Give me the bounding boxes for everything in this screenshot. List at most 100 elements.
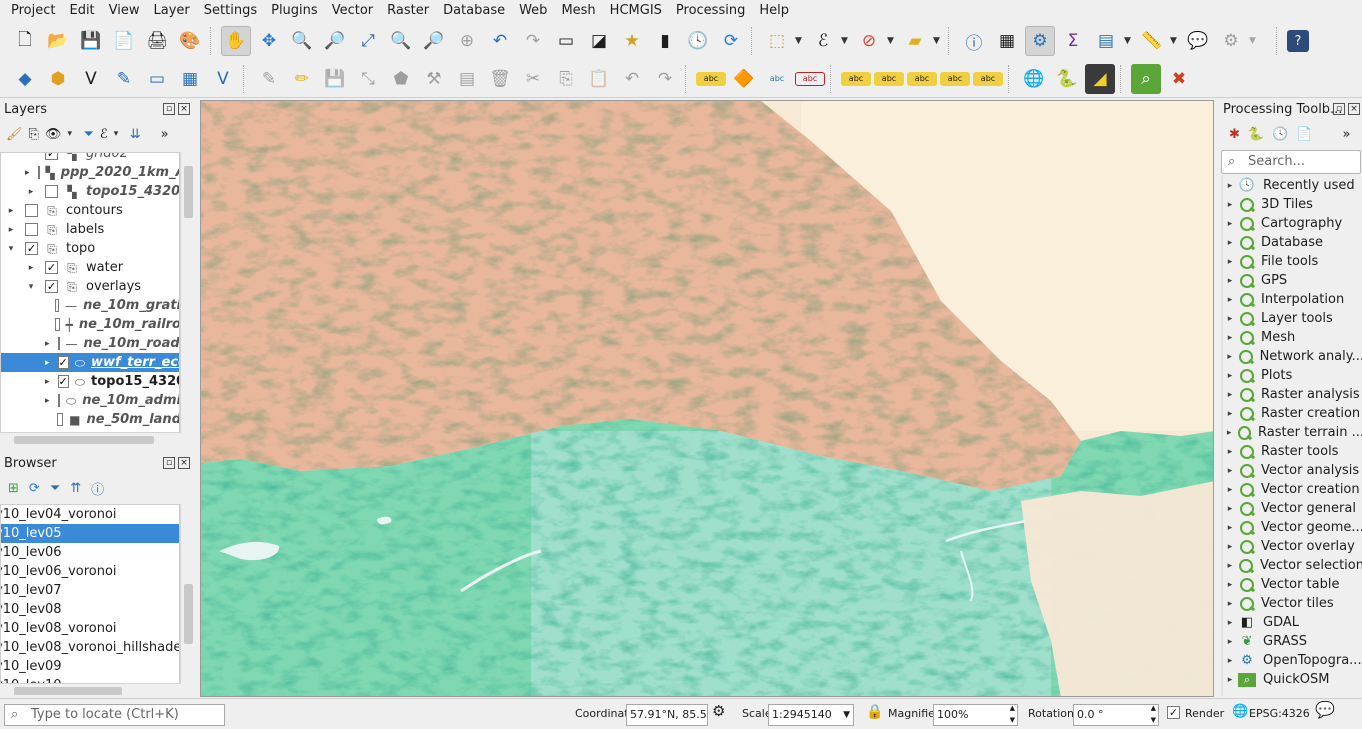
zoom-next-icon[interactable]: ↷ xyxy=(518,26,548,56)
menu-item-processing[interactable]: Processing xyxy=(669,0,752,22)
expand-arrow-icon[interactable]: ▸ xyxy=(1224,637,1236,647)
add-selected-icon[interactable]: ⊞ xyxy=(8,481,19,496)
expand-arrow-icon[interactable]: ▸ xyxy=(45,358,50,368)
python-console-icon[interactable]: 🐍 xyxy=(1052,64,1082,94)
layer-visibility-checkbox[interactable]: ✓ xyxy=(45,261,58,274)
layer-row[interactable]: ▸ ⎘ labels xyxy=(1,220,179,239)
expand-arrow-icon[interactable]: ▸ xyxy=(1224,200,1236,210)
expand-arrow-icon[interactable]: ▸ xyxy=(1224,390,1236,400)
select-features-icon[interactable]: ⬚ xyxy=(762,26,792,56)
redo-icon[interactable]: ↷ xyxy=(650,64,680,94)
expand-arrow-icon[interactable]: ▸ xyxy=(5,206,17,216)
deselect-icon[interactable]: ⊘ xyxy=(854,26,884,56)
processing-provider-item[interactable]: ▸ ⚙ OpenTopogra... xyxy=(1224,651,1362,670)
label-highlight-icon[interactable]: abc xyxy=(795,71,825,86)
layer-visibility-checkbox[interactable]: ✓ xyxy=(57,375,69,388)
layer-visibility-checkbox[interactable] xyxy=(37,166,40,179)
chevron-down-icon[interactable]: ▼ xyxy=(1124,36,1134,46)
expand-arrow-icon[interactable]: ▸ xyxy=(1224,181,1236,191)
expand-arrow-icon[interactable]: ▸ xyxy=(1224,314,1236,324)
select-location-icon[interactable]: ▰ xyxy=(900,26,930,56)
expand-arrow-icon[interactable]: ▸ xyxy=(25,168,30,178)
identify-icon[interactable]: ⓘ xyxy=(959,26,989,56)
processing-provider-item[interactable]: ▸ Vector selection xyxy=(1224,556,1362,575)
new-virtual-layer-icon[interactable]: ▭ xyxy=(142,64,172,94)
print-layout-icon[interactable]: 🖨 xyxy=(142,26,172,56)
expand-arrow-icon[interactable]: ▸ xyxy=(1224,618,1236,628)
layer-row[interactable]: ▾ ✓ ⎘ topo xyxy=(1,239,179,258)
zoom-last-icon[interactable]: ↶ xyxy=(485,26,515,56)
expand-arrow-icon[interactable]: ▸ xyxy=(1224,295,1236,305)
label-abc-icon[interactable]: abc xyxy=(696,71,726,86)
zoom-to-selection-icon[interactable]: 🔍 xyxy=(386,26,416,56)
chevron-down-icon[interactable]: ▼ xyxy=(841,36,851,46)
expand-arrow-icon[interactable]: ▸ xyxy=(5,225,17,235)
expand-arrow-icon[interactable]: ▸ xyxy=(1224,333,1236,343)
move-label-icon[interactable]: abc xyxy=(907,71,937,86)
crs-button[interactable]: EPSG:4326 xyxy=(1249,706,1310,722)
new-temporary-layer-icon[interactable]: ✎ xyxy=(109,64,139,94)
browser-item[interactable]: v10_lev05 xyxy=(1,524,179,543)
locate-input[interactable]: ⌕ Type to locate (Ctrl+K) xyxy=(4,704,225,726)
python-icon[interactable]: 🐍 xyxy=(1248,127,1264,142)
layer-row[interactable]: ▸ ▚ ppp_2020_1km_A xyxy=(1,163,179,182)
chevron-down-icon[interactable]: ▼ xyxy=(1249,36,1259,46)
expand-arrow-icon[interactable]: ▸ xyxy=(1224,409,1236,419)
chevron-down-icon[interactable]: ▾ xyxy=(114,129,124,139)
processing-provider-item[interactable]: ▸ Layer tools xyxy=(1224,309,1362,328)
toggle-editing-icon[interactable]: ✏ xyxy=(287,64,317,94)
layer-row[interactable]: ▸ ▚ topo15_4320 xyxy=(1,182,179,201)
processing-provider-item[interactable]: ▸ Mesh xyxy=(1224,328,1362,347)
layers-hscroll[interactable] xyxy=(0,432,180,446)
expand-arrow-icon[interactable]: ▸ xyxy=(1224,276,1236,286)
expand-arrow-icon[interactable]: ▸ xyxy=(45,377,50,387)
float-icon[interactable]: ▫ xyxy=(163,103,175,115)
collapse-all-icon[interactable]: ⇈ xyxy=(70,481,81,496)
menu-item-mesh[interactable]: Mesh xyxy=(554,0,602,22)
processing-search-input[interactable]: ⌕ Search... xyxy=(1221,150,1361,174)
processing-provider-item[interactable]: ▸ Vector table xyxy=(1224,575,1362,594)
toggle-extents-icon[interactable]: ⚙ xyxy=(712,703,725,719)
add-polygon-icon[interactable]: ⬟ xyxy=(386,64,416,94)
processing-provider-item[interactable]: ▸ Vector analysis xyxy=(1224,461,1362,480)
expand-arrow-icon[interactable]: ▸ xyxy=(25,187,37,197)
menu-item-settings[interactable]: Settings xyxy=(197,0,264,22)
new-vector-layer-icon[interactable]: V xyxy=(208,64,238,94)
layer-row[interactable]: ▸ ⎘ contours xyxy=(1,201,179,220)
digitize-icon[interactable]: ⤡ xyxy=(353,64,383,94)
models-icon[interactable]: ✱ xyxy=(1229,127,1240,142)
expand-arrow-icon[interactable]: ▸ xyxy=(1224,257,1236,267)
expand-all-icon[interactable]: ⇊ xyxy=(130,127,141,142)
browser-item[interactable]: v10_lev07 xyxy=(1,581,179,600)
float-icon[interactable]: ▫ xyxy=(163,457,175,469)
zoom-in-icon[interactable]: 🔍 xyxy=(287,26,317,56)
browser-item[interactable]: v10_lev08_voronoi_hillshade xyxy=(1,638,179,657)
menu-item-database[interactable]: Database xyxy=(436,0,512,22)
pin-labels-icon[interactable]: abc xyxy=(762,64,792,94)
layer-row[interactable]: ▸ — ne_10m_roads xyxy=(1,334,179,353)
rotate-label-icon[interactable]: abc xyxy=(940,71,970,86)
menu-item-project[interactable]: Project xyxy=(4,0,62,22)
menu-item-vector[interactable]: Vector xyxy=(325,0,380,22)
new-raster-layer-icon[interactable]: ▦ xyxy=(175,64,205,94)
bookmark-icon[interactable]: ★ xyxy=(617,26,647,56)
map-canvas[interactable] xyxy=(200,100,1214,697)
processing-provider-item[interactable]: ▸ 3D Tiles xyxy=(1224,195,1362,214)
layer-visibility-checkbox[interactable]: ✓ xyxy=(57,356,69,369)
layer-visibility-checkbox[interactable] xyxy=(55,318,60,331)
scroll-thumb[interactable] xyxy=(184,166,193,218)
menu-item-edit[interactable]: Edit xyxy=(62,0,101,22)
plugin-warning-icon[interactable]: ◢ xyxy=(1085,63,1115,94)
new-geopackage-icon[interactable]: ⬢ xyxy=(43,64,73,94)
new-shapefile-icon[interactable]: V xyxy=(76,64,106,94)
processing-provider-item[interactable]: ▸ Vector tiles xyxy=(1224,594,1362,613)
new-project-icon[interactable]: 🗋 xyxy=(10,26,40,56)
quickosm-icon[interactable]: ⌕ xyxy=(1131,63,1161,94)
processing-provider-item[interactable]: ▸ 🕓 Recently used xyxy=(1224,176,1362,195)
expand-arrow-icon[interactable]: ▸ xyxy=(1224,466,1236,476)
expand-arrow-icon[interactable]: ▸ xyxy=(1224,219,1236,229)
cut-icon[interactable]: ✂ xyxy=(518,64,548,94)
expand-arrow-icon[interactable]: ▸ xyxy=(45,339,50,349)
zoom-full-icon[interactable]: ⤢ xyxy=(353,26,383,56)
expand-arrow-icon[interactable]: ▸ xyxy=(1224,599,1236,609)
